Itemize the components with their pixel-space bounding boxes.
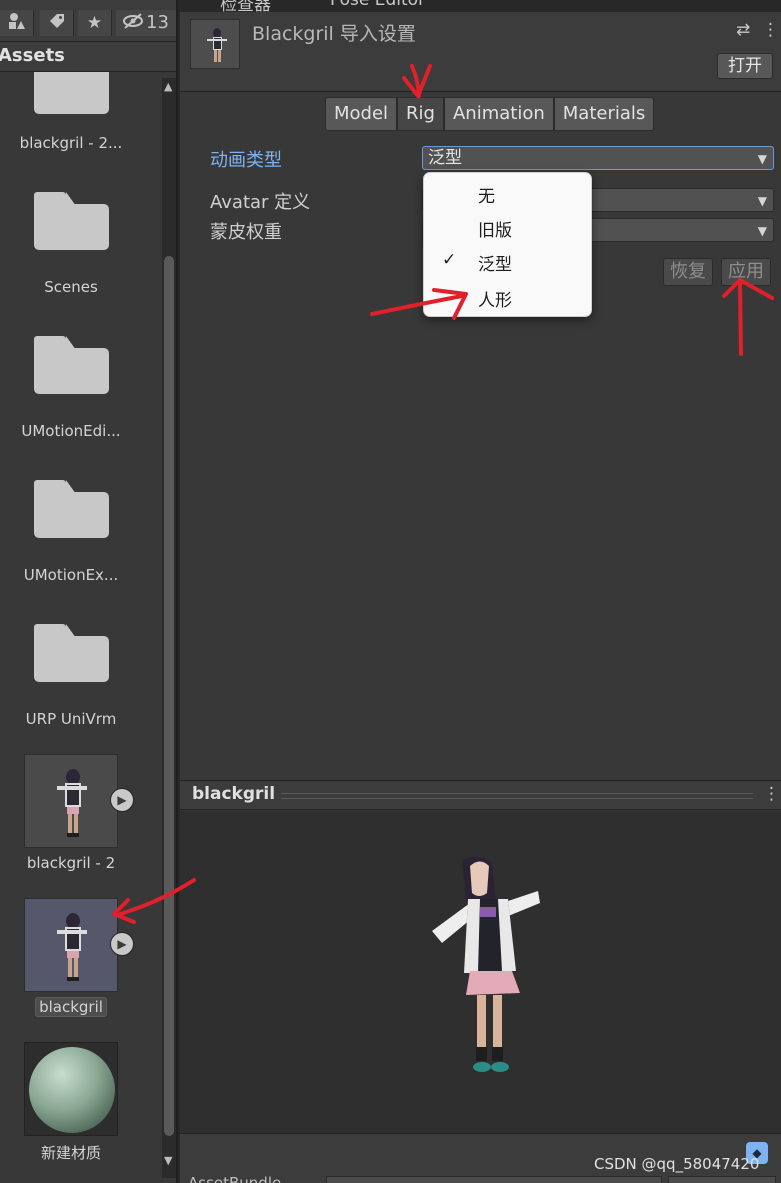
asset-bundle-label: AssetBundle <box>188 1174 282 1183</box>
sliders-icon[interactable]: ⇄ <box>736 20 750 40</box>
asset-label-text: blackgril <box>35 997 107 1017</box>
menu-item-humanoid[interactable]: 人形 <box>424 280 591 314</box>
label-filter-button[interactable] <box>40 10 74 36</box>
project-panel: ★ 13 Assets blackgril - 2... Scenes UMot… <box>0 0 178 1183</box>
animation-type-label: 动画类型 <box>210 150 282 171</box>
scene-filter-button[interactable] <box>0 10 34 36</box>
preview-title: blackgril <box>192 784 276 804</box>
checkmark-icon: ✓ <box>442 250 457 270</box>
favorites-button[interactable]: ★ <box>78 10 112 36</box>
model-thumbnail <box>24 754 118 848</box>
assets-title: Assets <box>0 45 65 66</box>
more-menu-icon[interactable]: ⋮ <box>762 20 779 40</box>
inspector-window-tabs: 检查器 Pose Editor <box>180 0 781 12</box>
skin-weights-label: 蒙皮权重 <box>210 222 282 243</box>
preview-header[interactable]: blackgril ⋮ <box>180 780 781 810</box>
hidden-count: 13 <box>146 12 169 33</box>
menu-item-label: 旧版 <box>478 221 512 241</box>
asset-bundle-name-dropdown[interactable] <box>326 1176 662 1183</box>
animation-type-value: 泛型 <box>428 148 462 168</box>
play-preview-icon[interactable]: ▶ <box>110 932 134 956</box>
menu-item-legacy[interactable]: 旧版 <box>424 210 591 244</box>
tag-icon <box>49 13 65 34</box>
material-thumbnail <box>24 1042 118 1136</box>
project-scrollbar[interactable]: ▲ ▼ <box>162 78 176 1178</box>
animation-type-dropdown[interactable]: 泛型 ▼ <box>422 146 774 170</box>
menu-item-generic[interactable]: ✓ 泛型 <box>424 244 591 278</box>
tab-materials[interactable]: Materials <box>553 97 655 131</box>
play-preview-icon[interactable]: ▶ <box>110 788 134 812</box>
asset-label: URP UniVrm <box>25 710 117 728</box>
character-thumbnail-icon <box>57 769 87 837</box>
asset-label: Scenes <box>44 278 98 296</box>
chevron-down-icon: ▼ <box>757 152 767 166</box>
apply-button[interactable]: 应用 <box>721 258 771 286</box>
asset-label: blackgril - 2 <box>26 854 116 872</box>
avatar-definition-label: Avatar 定义 <box>210 192 311 213</box>
folder-icon <box>34 624 109 684</box>
model-asset-icon <box>190 19 240 69</box>
revert-button[interactable]: 恢复 <box>663 258 713 286</box>
folder-icon <box>34 72 109 114</box>
resize-grip[interactable] <box>281 793 753 799</box>
import-settings-tabs: Model Rig Animation Materials <box>325 97 655 133</box>
open-button[interactable]: 打开 <box>717 53 773 79</box>
asset-label: 新建材质 <box>40 1144 101 1162</box>
character-preview-icon <box>432 856 540 1072</box>
inspector-header: Blackgril 导入设置 ⇄ ⋮ 打开 <box>180 12 781 92</box>
asset-label: UMotionEx... <box>23 566 119 584</box>
asset-label: UMotionEdi... <box>21 422 121 440</box>
tab-inspector[interactable]: 检查器 <box>220 0 271 12</box>
tab-rig[interactable]: Rig <box>397 97 444 131</box>
tab-pose-editor[interactable]: Pose Editor <box>330 0 425 12</box>
scrollbar-thumb[interactable] <box>164 256 174 1136</box>
model-preview-viewport[interactable] <box>180 811 781 1133</box>
material-sphere-icon <box>29 1047 115 1133</box>
tab-animation[interactable]: Animation <box>443 97 554 131</box>
page-title: Blackgril 导入设置 <box>252 23 416 45</box>
scroll-up-icon[interactable]: ▲ <box>164 80 172 93</box>
asset-label: blackgril <box>0 997 142 1017</box>
chevron-down-icon: ▼ <box>757 224 767 238</box>
asset-bundle-variant-dropdown[interactable] <box>668 1176 776 1183</box>
assets-breadcrumb[interactable]: Assets <box>0 42 176 72</box>
menu-item-label: 泛型 <box>478 255 512 275</box>
folder-icon <box>34 336 109 396</box>
character-thumbnail-icon <box>57 913 87 981</box>
folder-icon <box>34 192 109 252</box>
menu-item-none[interactable]: 无 <box>424 176 591 210</box>
chevron-down-icon: ▼ <box>757 194 767 208</box>
more-menu-icon[interactable]: ⋮ <box>763 784 780 804</box>
model-thumbnail <box>24 898 118 992</box>
eye-slash-icon <box>122 12 144 34</box>
menu-item-label: 无 <box>478 187 495 207</box>
menu-item-label: 人形 <box>478 291 512 311</box>
animation-type-popup-menu: 无 旧版 ✓ 泛型 人形 <box>423 172 592 317</box>
tab-model[interactable]: Model <box>325 97 398 131</box>
asset-label: blackgril - 2... <box>19 134 123 152</box>
folder-icon <box>34 480 109 540</box>
project-toolbar: ★ 13 <box>0 0 176 42</box>
scroll-down-icon[interactable]: ▼ <box>164 1154 172 1167</box>
star-icon: ★ <box>86 13 103 33</box>
watermark: CSDN @qq_58047420 <box>594 1155 760 1173</box>
shapes-icon <box>8 12 26 35</box>
